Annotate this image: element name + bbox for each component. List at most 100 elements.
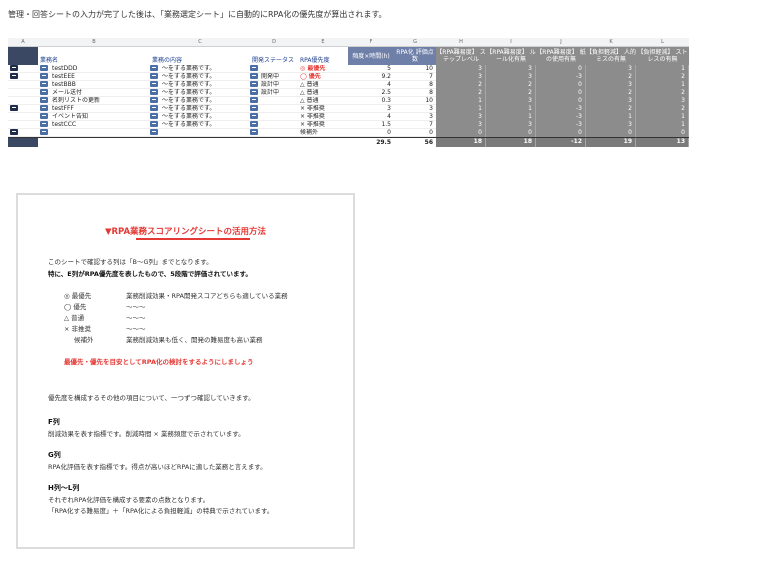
- status-dropdown-icon[interactable]: [250, 89, 258, 95]
- dev-status[interactable]: 設計中: [261, 89, 279, 96]
- status-dropdown-icon[interactable]: [250, 105, 258, 111]
- row-group-name[interactable]: [38, 129, 150, 137]
- col-d[interactable]: D: [250, 39, 298, 45]
- row-group-status[interactable]: [250, 97, 298, 105]
- dropdown-icon[interactable]: [40, 89, 48, 95]
- status-dropdown-icon[interactable]: [250, 97, 258, 103]
- row-group-cell[interactable]: [8, 65, 38, 73]
- table-body: testDDD 〜をする業務です。 ◎ 最優先 5 10 3 3 0 3 1 testEEE 〜をする…: [8, 64, 689, 137]
- group-collapse-icon[interactable]: [10, 73, 18, 79]
- task-content[interactable]: 〜をする業務です。: [162, 89, 215, 96]
- row-group-status[interactable]: 開発中: [250, 73, 298, 81]
- row-group-name[interactable]: イベント告知: [38, 113, 150, 121]
- dropdown-icon[interactable]: [150, 97, 158, 103]
- row-group-cell[interactable]: [8, 129, 38, 137]
- dropdown-icon[interactable]: [150, 105, 158, 111]
- group-collapse-icon[interactable]: [10, 129, 18, 135]
- row-group-content[interactable]: 〜をする業務です。: [150, 121, 250, 129]
- dropdown-icon[interactable]: [150, 121, 158, 127]
- dropdown-icon[interactable]: [150, 65, 158, 71]
- row-group-name[interactable]: testDDD: [38, 65, 150, 73]
- dev-status[interactable]: 開発中: [261, 73, 279, 80]
- table-row[interactable]: 候補外 0 0 0 0 0 0 0: [8, 128, 689, 137]
- task-name[interactable]: 名刺リストの更新: [52, 97, 100, 104]
- level-desc-0: 業務削減効果・RPA開発スコアどちらも適している業務: [126, 292, 288, 300]
- task-content[interactable]: 〜をする業務です。: [162, 73, 215, 80]
- col-j[interactable]: J: [536, 39, 586, 45]
- row-group-status[interactable]: [250, 121, 298, 129]
- dropdown-icon[interactable]: [40, 105, 48, 111]
- group-collapse-icon[interactable]: [10, 105, 18, 111]
- row-group-name[interactable]: 名刺リストの更新: [38, 97, 150, 105]
- row-group-content[interactable]: 〜をする業務です。: [150, 105, 250, 113]
- col-f[interactable]: F: [348, 39, 394, 45]
- task-content[interactable]: 〜をする業務です。: [162, 121, 215, 128]
- row-group-content[interactable]: 〜をする業務です。: [150, 113, 250, 121]
- row-group-name[interactable]: testFFF: [38, 105, 150, 113]
- col-e[interactable]: E: [298, 39, 348, 45]
- task-name[interactable]: testBBB: [52, 81, 76, 88]
- row-group-status[interactable]: [250, 113, 298, 121]
- score-k: 0: [586, 128, 636, 137]
- col-a[interactable]: A: [8, 39, 38, 45]
- dev-status[interactable]: 設計中: [261, 81, 279, 88]
- dropdown-icon[interactable]: [150, 73, 158, 79]
- col-l[interactable]: L: [636, 39, 689, 45]
- dropdown-icon[interactable]: [150, 81, 158, 87]
- row-group-content[interactable]: [150, 129, 250, 137]
- task-content[interactable]: 〜をする業務です。: [162, 105, 215, 112]
- task-name[interactable]: testEEE: [52, 73, 75, 80]
- row-group-content[interactable]: 〜をする業務です。: [150, 73, 250, 81]
- col-c[interactable]: C: [150, 39, 250, 45]
- task-name[interactable]: testDDD: [52, 65, 77, 72]
- status-dropdown-icon[interactable]: [250, 129, 258, 135]
- dropdown-icon[interactable]: [40, 97, 48, 103]
- dropdown-icon[interactable]: [150, 113, 158, 119]
- row-group-name[interactable]: testCCC: [38, 121, 150, 129]
- row-group-name[interactable]: testBBB: [38, 81, 150, 89]
- score-i: 3: [486, 120, 536, 129]
- task-content[interactable]: 〜をする業務です。: [162, 81, 215, 88]
- row-group-status[interactable]: [250, 105, 298, 113]
- col-h[interactable]: H: [436, 39, 486, 45]
- row-group-content[interactable]: 〜をする業務です。: [150, 81, 250, 89]
- dropdown-icon[interactable]: [40, 113, 48, 119]
- dropdown-icon[interactable]: [40, 73, 48, 79]
- col-b[interactable]: B: [38, 39, 150, 45]
- row-group-name[interactable]: メール送付: [38, 89, 150, 97]
- row-group-status[interactable]: 設計中: [250, 81, 298, 89]
- status-dropdown-icon[interactable]: [250, 81, 258, 87]
- col-g[interactable]: G: [394, 39, 436, 45]
- task-content[interactable]: 〜をする業務です。: [162, 113, 215, 120]
- task-content[interactable]: 〜をする業務です。: [162, 65, 215, 72]
- dropdown-icon[interactable]: [40, 65, 48, 71]
- task-name[interactable]: testFFF: [52, 105, 74, 112]
- task-name[interactable]: メール送付: [52, 89, 82, 96]
- dropdown-icon[interactable]: [40, 121, 48, 127]
- status-dropdown-icon[interactable]: [250, 121, 258, 127]
- row-group-cell[interactable]: [8, 73, 38, 81]
- header-name: 業務名: [40, 57, 59, 64]
- row-group-content[interactable]: 〜をする業務です。: [150, 97, 250, 105]
- dropdown-icon[interactable]: [40, 81, 48, 87]
- row-group-content[interactable]: 〜をする業務です。: [150, 89, 250, 97]
- dropdown-icon[interactable]: [150, 129, 158, 135]
- row-group-content[interactable]: 〜をする業務です。: [150, 65, 250, 73]
- status-dropdown-icon[interactable]: [250, 65, 258, 71]
- group-collapse-icon[interactable]: [10, 65, 18, 71]
- row-group-name[interactable]: testEEE: [38, 73, 150, 81]
- col-k[interactable]: K: [586, 39, 636, 45]
- row-group-status[interactable]: [250, 65, 298, 73]
- dropdown-icon[interactable]: [150, 89, 158, 95]
- row-group-status[interactable]: [250, 129, 298, 137]
- task-name[interactable]: イベント告知: [52, 113, 88, 120]
- task-content[interactable]: 〜をする業務です。: [162, 97, 215, 104]
- status-dropdown-icon[interactable]: [250, 73, 258, 79]
- row-group-status[interactable]: 設計中: [250, 89, 298, 97]
- status-dropdown-icon[interactable]: [250, 113, 258, 119]
- col-i[interactable]: I: [486, 39, 536, 45]
- row-group-cell[interactable]: [8, 105, 38, 113]
- dropdown-icon[interactable]: [40, 129, 48, 135]
- task-name[interactable]: testCCC: [52, 121, 76, 128]
- score-h: 1: [436, 104, 486, 113]
